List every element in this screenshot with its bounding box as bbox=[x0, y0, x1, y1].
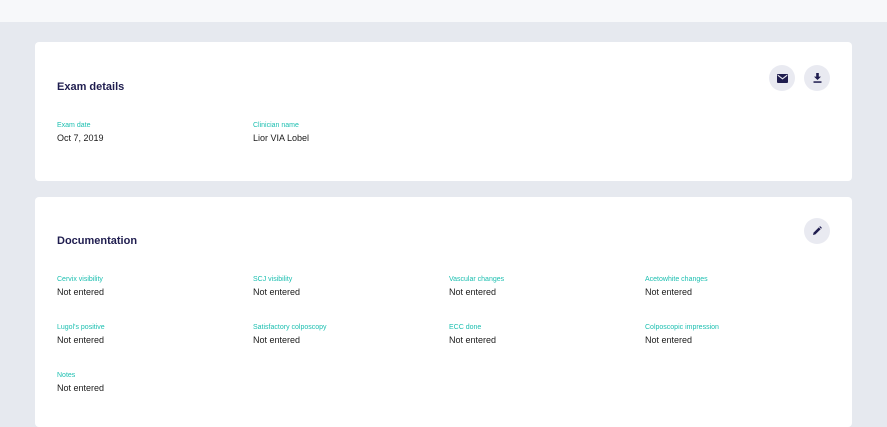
download-icon bbox=[813, 73, 821, 83]
field-label: SCJ visibility bbox=[253, 276, 293, 283]
field-notes: Notes Not entered bbox=[57, 371, 104, 394]
field-lugols-positive: Lugol's positive Not entered bbox=[57, 323, 105, 346]
field-label: Colposcopic impression bbox=[645, 324, 719, 331]
email-button[interactable] bbox=[769, 65, 795, 91]
field-label: Exam date bbox=[57, 122, 91, 129]
documentation-title: Documentation bbox=[57, 235, 138, 247]
field-label: Clinician name bbox=[253, 122, 299, 129]
field-value: Oct 7, 2019 bbox=[57, 133, 104, 143]
field-satisfactory-colposcopy: Satisfactory colposcopy Not entered bbox=[253, 323, 327, 346]
edit-button[interactable] bbox=[804, 218, 830, 244]
field-colposcopic-impression: Colposcopic impression Not entered bbox=[645, 323, 719, 346]
download-button[interactable] bbox=[804, 65, 830, 91]
field-label: Lugol's positive bbox=[57, 324, 105, 331]
field-value: Not entered bbox=[645, 287, 693, 297]
field-label: Satisfactory colposcopy bbox=[253, 324, 327, 331]
field-value: Not entered bbox=[57, 383, 105, 393]
field-label: Acetowhite changes bbox=[645, 276, 708, 283]
field-label: Cervix visibility bbox=[57, 276, 103, 283]
field-label: Notes bbox=[57, 372, 76, 379]
field-value: Not entered bbox=[645, 335, 693, 345]
field-vascular-changes: Vascular changes Not entered bbox=[449, 275, 504, 298]
field-clinician-name: Clinician name Lior VIA Lobel bbox=[253, 121, 309, 144]
field-value: Not entered bbox=[449, 287, 497, 297]
field-value: Not entered bbox=[57, 287, 105, 297]
field-value: Lior VIA Lobel bbox=[253, 133, 310, 143]
field-exam-date: Exam date Oct 7, 2019 bbox=[57, 121, 104, 144]
envelope-icon bbox=[776, 73, 788, 83]
field-value: Not entered bbox=[253, 287, 301, 297]
pencil-icon bbox=[813, 226, 822, 235]
field-label: Vascular changes bbox=[449, 276, 505, 283]
field-ecc-done: ECC done Not entered bbox=[449, 323, 496, 346]
top-bar bbox=[0, 0, 887, 22]
field-label: ECC done bbox=[449, 324, 482, 331]
field-value: Not entered bbox=[57, 335, 105, 345]
field-acetowhite-changes: Acetowhite changes Not entered bbox=[645, 275, 708, 298]
field-value: Not entered bbox=[449, 335, 497, 345]
documentation-card: Documentation Cervix visibility Not ente… bbox=[35, 197, 852, 427]
field-cervix-visibility: Cervix visibility Not entered bbox=[57, 275, 104, 298]
field-value: Not entered bbox=[253, 335, 301, 345]
exam-details-card: Exam details Exam date Oct 7, 2019 Clini… bbox=[35, 42, 852, 181]
exam-details-title: Exam details bbox=[57, 81, 125, 93]
field-scj-visibility: SCJ visibility Not entered bbox=[253, 275, 300, 298]
